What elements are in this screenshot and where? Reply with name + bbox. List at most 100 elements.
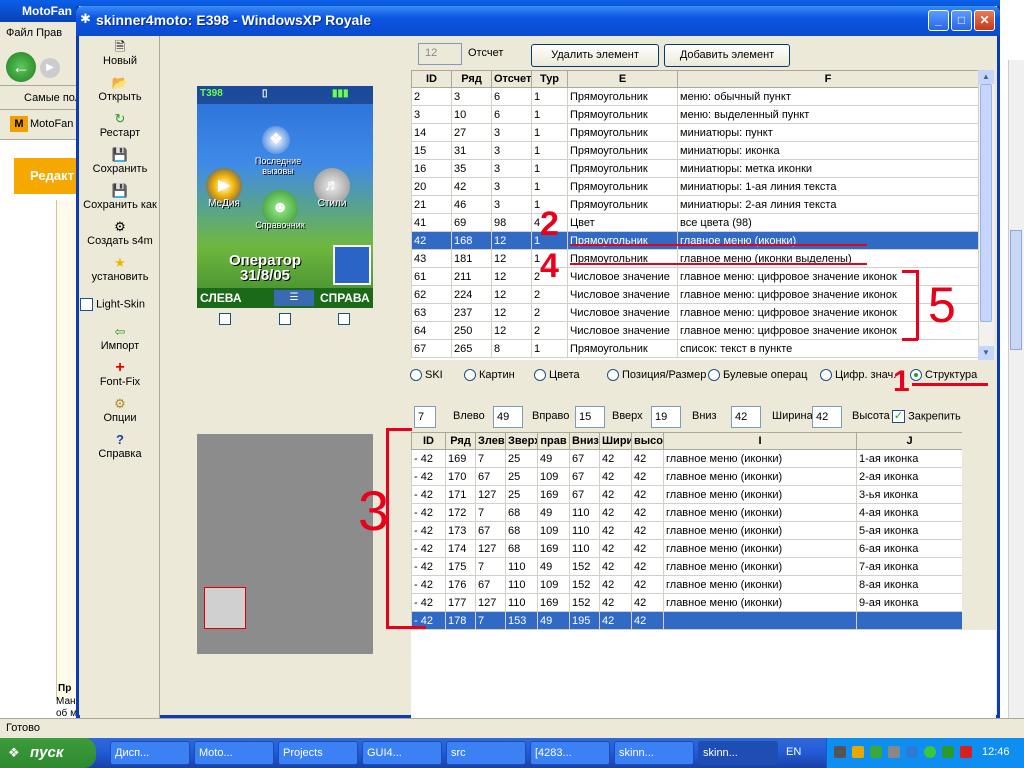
table-row[interactable]: - 42 178 7 153 49 195 42 42: [411, 611, 962, 630]
table-cell[interactable]: миниатюры: 1-ая линия текста: [677, 177, 978, 196]
column-header[interactable]: Злево: [475, 432, 506, 450]
taskbar-item[interactable]: GUI4...: [362, 741, 442, 765]
table-cell[interactable]: миниатюры: пункт: [677, 123, 978, 142]
taskbar-item[interactable]: skinn...: [614, 741, 694, 765]
table-cell[interactable]: 6: [491, 105, 532, 124]
table-cell[interactable]: [856, 611, 962, 630]
add-element-button[interactable]: Добавить элемент: [664, 44, 790, 67]
table-cell[interactable]: 67: [475, 521, 506, 540]
table-cell[interactable]: 42: [599, 611, 632, 630]
maximize-button[interactable]: □: [951, 10, 972, 31]
table-cell[interactable]: 42: [599, 449, 632, 468]
table-cell[interactable]: 42: [631, 539, 664, 558]
table-cell[interactable]: 42: [599, 539, 632, 558]
table-cell[interactable]: Прямоугольник: [567, 231, 678, 250]
table-row[interactable]: - 42 169 7 25 49 67 42 42 главное меню (иконки) 1…: [411, 449, 962, 468]
table-cell[interactable]: 265: [451, 339, 492, 358]
table-cell[interactable]: 3: [491, 195, 532, 214]
table-cell[interactable]: миниатюры: иконка: [677, 141, 978, 160]
table-cell[interactable]: Числовое значение: [567, 303, 678, 322]
table-cell[interactable]: 67: [569, 485, 600, 504]
table-cell[interactable]: миниатюры: 2-ая линия текста: [677, 195, 978, 214]
table-cell[interactable]: 42: [599, 593, 632, 612]
table-row[interactable]: - 42 171 127 25 169 67 42 42 главное меню (иконк…: [411, 485, 962, 504]
table-cell[interactable]: 63: [411, 303, 452, 322]
table-cell[interactable]: 3: [411, 105, 452, 124]
table-cell[interactable]: 42: [451, 177, 492, 196]
options-button[interactable]: ⚙ Опции: [80, 396, 160, 424]
table-cell[interactable]: 42: [599, 557, 632, 576]
tray-icon[interactable]: [924, 746, 936, 758]
table-cell[interactable]: 109: [537, 521, 570, 540]
table-cell[interactable]: 174: [445, 539, 476, 558]
language-indicator[interactable]: EN: [786, 746, 801, 758]
table-cell[interactable]: 25: [505, 485, 538, 504]
left-value-input[interactable]: 7: [414, 406, 436, 428]
table-cell[interactable]: 68: [505, 539, 538, 558]
table-cell[interactable]: 42: [631, 593, 664, 612]
up-value-input[interactable]: 15: [575, 406, 605, 428]
table-row[interactable]: - 42 174 127 68 169 110 42 42 главное меню (икон…: [411, 539, 962, 558]
table-cell[interactable]: 42: [631, 611, 664, 630]
right-value-input[interactable]: 49: [493, 406, 523, 428]
table-cell[interactable]: 109: [537, 467, 570, 486]
table-cell[interactable]: 42: [631, 449, 664, 468]
table-cell[interactable]: 42: [599, 503, 632, 522]
table-cell[interactable]: 7: [475, 503, 506, 522]
table-row[interactable]: 41 69 98 4 Цвет все цвета (98): [411, 213, 978, 232]
taskbar-item[interactable]: Projects: [278, 741, 358, 765]
table-row[interactable]: 67 265 8 1 Прямоугольник список: текст в пунк…: [411, 339, 978, 358]
column-header[interactable]: Тур: [531, 70, 568, 88]
table-cell[interactable]: 169: [537, 485, 570, 504]
table-cell[interactable]: миниатюры: метка иконки: [677, 159, 978, 178]
table-cell[interactable]: 42: [599, 485, 632, 504]
light-skin-checkbox[interactable]: Light-Skin: [80, 298, 160, 311]
table-cell[interactable]: - 42: [411, 485, 446, 504]
table-cell[interactable]: меню: обычный пункт: [677, 87, 978, 106]
table-cell[interactable]: 12: [491, 249, 532, 268]
height-value-input[interactable]: 42: [812, 406, 842, 428]
table-cell[interactable]: главное меню (иконки): [663, 557, 857, 576]
table-cell[interactable]: Прямоугольник: [567, 159, 678, 178]
table-cell[interactable]: главное меню (иконки): [663, 485, 857, 504]
table-cell[interactable]: 3: [451, 87, 492, 106]
table-cell[interactable]: 68: [505, 503, 538, 522]
help-button[interactable]: ? Справка: [80, 432, 160, 460]
table-cell[interactable]: 67: [569, 467, 600, 486]
new-button[interactable]: 🗎 Новый: [80, 39, 160, 67]
table-cell[interactable]: 3: [491, 123, 532, 142]
radio-numeric[interactable]: Цифр. знач.: [820, 369, 896, 382]
table-cell[interactable]: 1: [531, 87, 568, 106]
table-cell[interactable]: Прямоугольник: [567, 105, 678, 124]
table-cell[interactable]: 14: [411, 123, 452, 142]
table-cell[interactable]: 9-ая иконка: [856, 593, 962, 612]
count-input[interactable]: 12: [418, 43, 462, 65]
restart-button[interactable]: ↻ Рестарт: [80, 111, 160, 139]
table-cell[interactable]: 2: [531, 321, 568, 340]
table-cell[interactable]: 224: [451, 285, 492, 304]
table-cell[interactable]: 42: [599, 521, 632, 540]
table-row[interactable]: - 42 172 7 68 49 110 42 42 главное меню (иконки)…: [411, 503, 962, 522]
table-cell[interactable]: 250: [451, 321, 492, 340]
table-cell[interactable]: 16: [411, 159, 452, 178]
minimize-button[interactable]: _: [928, 10, 949, 31]
table-cell[interactable]: 110: [569, 539, 600, 558]
table-cell[interactable]: 12: [491, 231, 532, 250]
table-cell[interactable]: Прямоугольник: [567, 339, 678, 358]
table-cell[interactable]: 12: [491, 267, 532, 286]
delete-element-button[interactable]: Удалить элемент: [531, 44, 659, 67]
table-cell[interactable]: - 42: [411, 539, 446, 558]
table-row[interactable]: 15 31 3 1 Прямоугольник миниатюры: иконка: [411, 141, 978, 160]
forward-arrow-icon[interactable]: ▶: [40, 58, 60, 78]
column-header[interactable]: Ряд: [445, 432, 476, 450]
table-cell[interactable]: 127: [475, 539, 506, 558]
table-cell[interactable]: 3: [491, 159, 532, 178]
table-cell[interactable]: 67: [411, 339, 452, 358]
table-cell[interactable]: 68: [505, 521, 538, 540]
tray-icon[interactable]: [906, 746, 918, 758]
table-cell[interactable]: 172: [445, 503, 476, 522]
table-cell[interactable]: главное меню (иконки): [663, 449, 857, 468]
table-cell[interactable]: 2: [531, 303, 568, 322]
table-cell[interactable]: 25: [505, 449, 538, 468]
table-row[interactable]: 64 250 12 2 Числовое значение главное меню: ц…: [411, 321, 978, 340]
